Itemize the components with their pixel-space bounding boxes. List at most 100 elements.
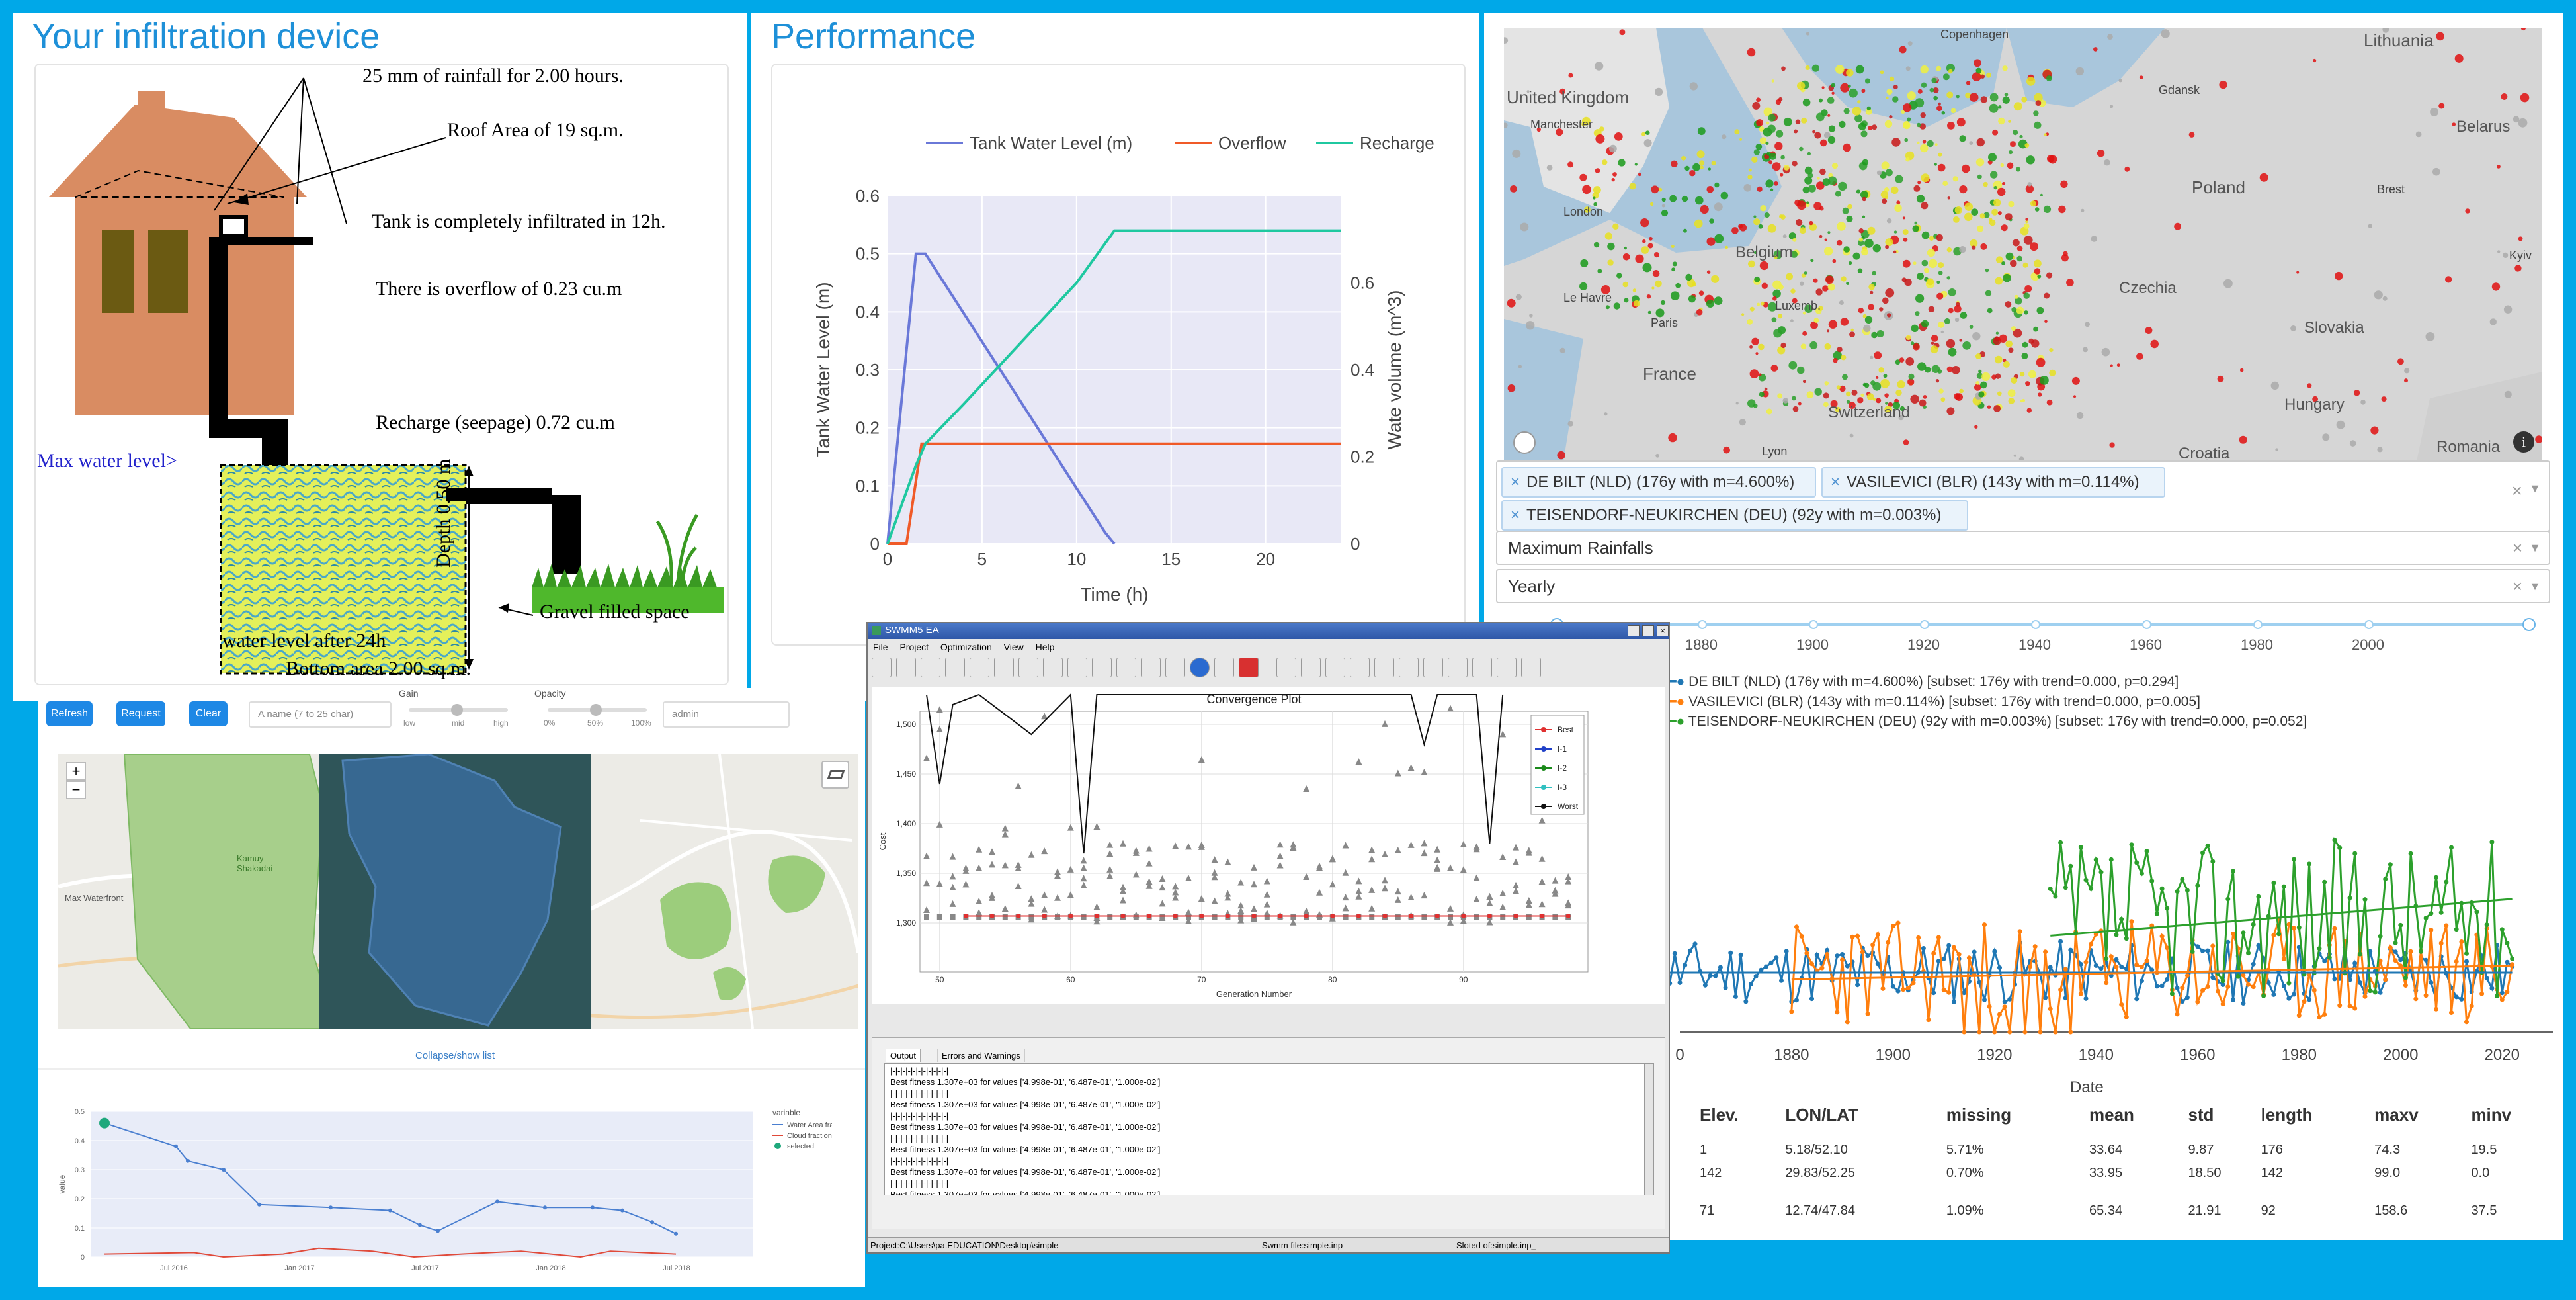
- station-dot: [1868, 284, 1875, 290]
- new-icon[interactable]: [872, 658, 892, 677]
- tab-errors[interactable]: Errors and Warnings: [937, 1049, 1025, 1062]
- user-input[interactable]: admin: [663, 701, 790, 728]
- table-row[interactable]: 1 5.18/52.10 5.71% 33.64 9.87 176 74.3 19.5: [1667, 1139, 2559, 1162]
- name-input[interactable]: A name (7 to 25 char): [249, 701, 392, 728]
- tab-output[interactable]: Output: [886, 1049, 921, 1062]
- y-tick-label: 1,450: [896, 769, 916, 779]
- debilt-point: [2352, 961, 2358, 966]
- station-dot: [1546, 165, 1553, 171]
- zoom-icon[interactable]: [1214, 658, 1234, 677]
- gain-slider[interactable]: [409, 704, 508, 716]
- opacity-slider[interactable]: [548, 704, 647, 716]
- station-dot: [2015, 167, 2021, 172]
- station-dot: [2501, 93, 2508, 100]
- grid-icon[interactable]: [1165, 658, 1185, 677]
- station-tag-vasilevici[interactable]: × VASILEVICI (BLR) (143y with m=0.114%): [1821, 467, 2165, 498]
- link-icon[interactable]: [1374, 658, 1394, 677]
- table-row[interactable]: 142 29.83/52.25 0.70% 33.95 18.50 142 99.0 0.0: [1667, 1162, 2559, 1185]
- minimize-button[interactable]: [1628, 625, 1640, 636]
- measure-select[interactable]: Maximum Rainfalls × ▼: [1496, 531, 2550, 565]
- pan-icon[interactable]: [1325, 658, 1345, 677]
- station-tag-teisendorf[interactable]: × TEISENDORF-NEUKIRCHEN (DEU) (92y with m…: [1501, 500, 1968, 531]
- station-tag-debilt[interactable]: × DE BILT (NLD) (176y with m=4.600%): [1501, 467, 1816, 498]
- year-slider-dot[interactable]: [2031, 620, 2040, 629]
- layers-icon[interactable]: [821, 761, 849, 789]
- table-row[interactable]: 71 12.74/47.84 1.09% 65.34 21.91 92 158.6 37.5: [1667, 1185, 2559, 1223]
- map-info-icon[interactable]: i: [2513, 431, 2534, 453]
- period-select[interactable]: Yearly × ▼: [1496, 569, 2550, 603]
- request-button[interactable]: Request: [116, 701, 165, 726]
- station-dot: [1884, 120, 1893, 128]
- station-dot: [1579, 173, 1587, 181]
- station-dot: [2518, 236, 2523, 241]
- table-icon[interactable]: [1448, 658, 1468, 677]
- print-icon[interactable]: [994, 658, 1014, 677]
- map-reset-icon[interactable]: [1513, 431, 1536, 454]
- save-icon[interactable]: [945, 658, 965, 677]
- label-icon[interactable]: [1399, 658, 1419, 677]
- info-icon[interactable]: [1190, 658, 1210, 677]
- year-slider-dot[interactable]: [1920, 620, 1929, 629]
- export-icon[interactable]: [1497, 658, 1517, 677]
- chart-icon[interactable]: [1423, 658, 1443, 677]
- vasilevici-point: [1850, 934, 1855, 939]
- open-icon[interactable]: [896, 658, 916, 677]
- run-icon[interactable]: [1043, 658, 1063, 677]
- chevron-down-icon[interactable]: ▼: [2529, 570, 2541, 602]
- clear-period-icon[interactable]: ×: [2513, 570, 2522, 602]
- menu-help[interactable]: Help: [1036, 642, 1055, 652]
- population-point: [1159, 914, 1165, 920]
- gain-slider-handle[interactable]: [451, 704, 463, 716]
- clear-button[interactable]: Clear: [189, 701, 228, 726]
- teisendorf-point: [2510, 956, 2515, 961]
- cancel-icon[interactable]: [1239, 658, 1259, 677]
- clear-measure-icon[interactable]: ×: [2513, 532, 2522, 564]
- x-tick-label: 1940: [2079, 1046, 2114, 1064]
- teisendorf-point: [2276, 932, 2282, 937]
- europe-map[interactable]: United Kingdom Lithuania Gdansk Belarus …: [1504, 28, 2542, 461]
- year-slider-dot[interactable]: [2253, 620, 2263, 629]
- station-dot: [2038, 392, 2042, 397]
- station-dot: [1842, 374, 1848, 380]
- menu-optimization[interactable]: Optimization: [940, 642, 992, 652]
- chevron-down-icon[interactable]: ▼: [2529, 532, 2541, 564]
- collapse-link[interactable]: Collapse/show list: [415, 1050, 495, 1061]
- station-dot: [1802, 331, 1807, 336]
- year-slider-dot[interactable]: [1698, 620, 1707, 629]
- station-dot: [1969, 93, 1979, 102]
- save-results-icon[interactable]: [1472, 658, 1492, 677]
- zoom-out-button[interactable]: −: [66, 781, 86, 799]
- close-button[interactable]: ×: [1657, 625, 1669, 636]
- menu-project[interactable]: Project: [899, 642, 929, 652]
- station-dot: [2452, 122, 2456, 126]
- pointer-icon[interactable]: [1276, 658, 1296, 677]
- copy-icon[interactable]: [1018, 658, 1038, 677]
- select-icon[interactable]: [1301, 658, 1321, 677]
- station-dot: [1831, 83, 1836, 88]
- stop-icon[interactable]: [1116, 658, 1136, 677]
- save-as-icon[interactable]: [970, 658, 989, 677]
- node-icon[interactable]: [1350, 658, 1370, 677]
- year-slider-dot[interactable]: [2142, 620, 2151, 629]
- map-label-copenhagen: Copenhagen: [1940, 28, 2009, 41]
- station-dot: [1975, 158, 1985, 167]
- year-slider-dot[interactable]: [1809, 620, 1818, 629]
- log-scrollbar[interactable]: [1645, 1063, 1654, 1195]
- pause-icon[interactable]: [1092, 658, 1112, 677]
- search-icon[interactable]: [1141, 658, 1161, 677]
- opacity-slider-handle[interactable]: [590, 704, 602, 716]
- pen-icon[interactable]: [921, 658, 940, 677]
- settings-icon[interactable]: [1521, 658, 1541, 677]
- clear-stations-icon[interactable]: ×: [2512, 480, 2522, 501]
- refresh-button[interactable]: Refresh: [46, 701, 93, 726]
- play-icon[interactable]: [1067, 658, 1087, 677]
- menu-view[interactable]: View: [1004, 642, 1024, 652]
- chevron-down-icon[interactable]: ▼: [2529, 482, 2541, 496]
- year-slider-dot[interactable]: [2364, 620, 2374, 629]
- year-slider-handle-end[interactable]: [2522, 618, 2536, 631]
- satellite-map[interactable]: + − Max Waterfront Kamuy Shakadai: [58, 754, 858, 1029]
- maximize-button[interactable]: [1642, 625, 1654, 636]
- menu-file[interactable]: File: [873, 642, 888, 652]
- zoom-in-button[interactable]: +: [66, 762, 86, 781]
- station-select[interactable]: × DE BILT (NLD) (176y with m=4.600%) × VAS…: [1496, 460, 2550, 532]
